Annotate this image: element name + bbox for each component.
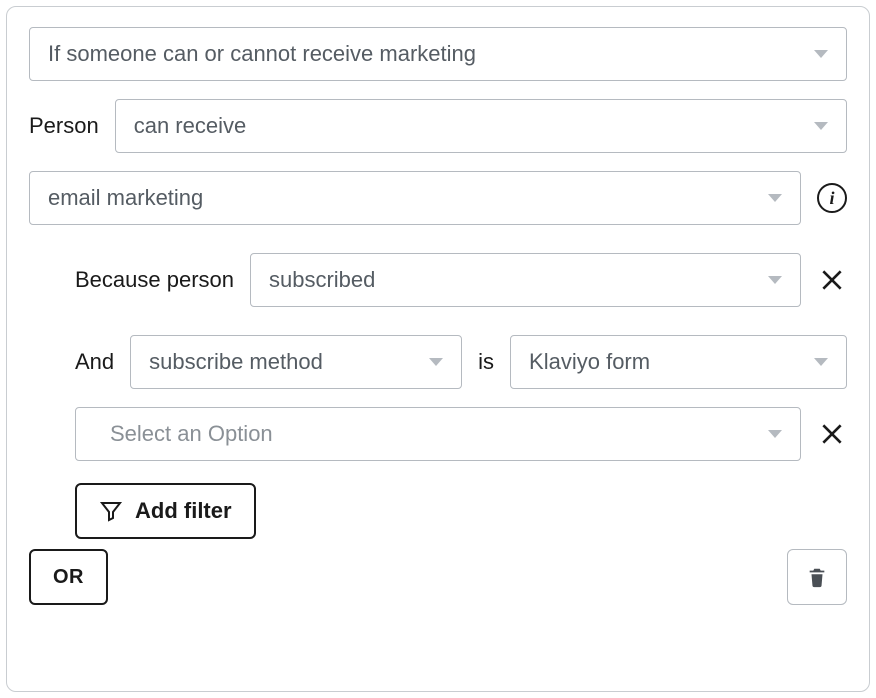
add-filter-label: Add filter (135, 498, 232, 524)
chevron-down-icon (768, 194, 782, 202)
because-select[interactable]: subscribed (250, 253, 801, 307)
close-icon (819, 421, 845, 447)
attribute-value-text: Klaviyo form (529, 349, 802, 375)
condition-select-text: If someone can or cannot receive marketi… (48, 41, 802, 67)
info-button[interactable]: i (817, 183, 847, 213)
because-select-text: subscribed (269, 267, 756, 293)
remove-filter-button[interactable] (817, 267, 847, 293)
or-button[interactable]: OR (29, 549, 108, 605)
chevron-down-icon (429, 358, 443, 366)
close-icon (819, 267, 845, 293)
filter-icon (99, 499, 123, 523)
attribute-value-select[interactable]: Klaviyo form (510, 335, 847, 389)
delete-condition-button[interactable] (787, 549, 847, 605)
person-label: Person (29, 113, 99, 139)
attribute-select-text: subscribe method (149, 349, 417, 375)
is-label: is (478, 349, 494, 375)
info-icon: i (817, 183, 847, 213)
condition-select[interactable]: If someone can or cannot receive marketi… (29, 27, 847, 81)
chevron-down-icon (768, 276, 782, 284)
attribute-select[interactable]: subscribe method (130, 335, 462, 389)
channel-select[interactable]: email marketing (29, 171, 801, 225)
and-label: And (75, 349, 114, 375)
remove-subfilter-button[interactable] (817, 421, 847, 447)
chevron-down-icon (814, 358, 828, 366)
chevron-down-icon (814, 50, 828, 58)
because-label: Because person (75, 267, 234, 293)
person-state-text: can receive (134, 113, 802, 139)
option-select-placeholder: Select an Option (110, 421, 756, 447)
segment-condition-panel: If someone can or cannot receive marketi… (6, 6, 870, 692)
option-select[interactable]: Select an Option (75, 407, 801, 461)
person-state-select[interactable]: can receive (115, 99, 847, 153)
channel-select-text: email marketing (48, 185, 756, 211)
trash-icon (806, 566, 828, 588)
chevron-down-icon (768, 430, 782, 438)
add-filter-button[interactable]: Add filter (75, 483, 256, 539)
or-button-label: OR (53, 566, 84, 589)
chevron-down-icon (814, 122, 828, 130)
